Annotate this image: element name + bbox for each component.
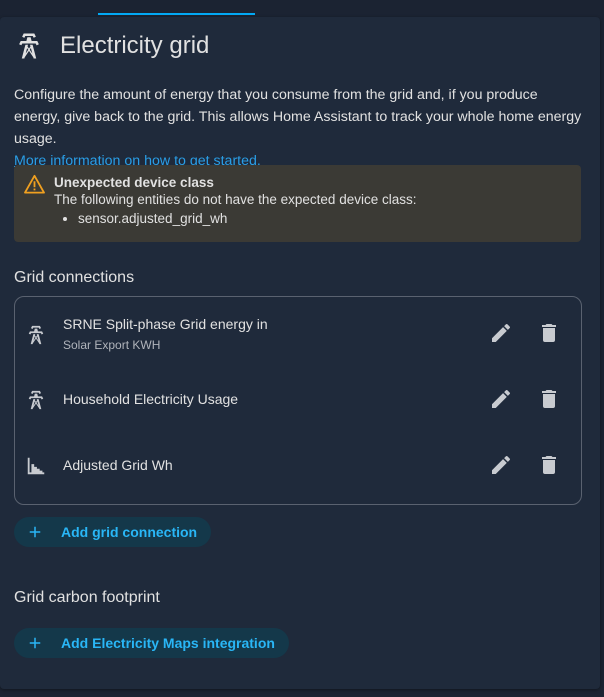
row-text: Household Electricity Usage	[63, 391, 238, 407]
description-text: Configure the amount of energy that you …	[14, 87, 582, 147]
grid-connections-list: SRNE Split-phase Grid energy in Solar Ex…	[14, 296, 582, 505]
grid-connection-row: Adjusted Grid Wh	[15, 435, 581, 495]
warning-icon	[24, 174, 45, 194]
row-text: SRNE Split-phase Grid energy in Solar Ex…	[63, 316, 268, 352]
chart-bar-icon	[27, 457, 45, 475]
grid-connections-title: Grid connections	[14, 269, 135, 286]
delete-icon[interactable]	[537, 321, 561, 345]
delete-icon[interactable]	[537, 387, 561, 411]
pencil-icon[interactable]	[489, 387, 513, 411]
description: Configure the amount of energy that you …	[14, 84, 584, 172]
alert-entity-list: sensor.adjusted_grid_wh	[54, 211, 227, 226]
plus-icon	[29, 637, 41, 649]
alert-title: Unexpected device class	[54, 175, 214, 190]
row-text: Adjusted Grid Wh	[63, 457, 173, 473]
grid-connection-row: SRNE Split-phase Grid energy in Solar Ex…	[15, 303, 581, 363]
delete-icon[interactable]	[537, 453, 561, 477]
warning-alert: Unexpected device class The following en…	[14, 165, 581, 242]
row-primary-label: Adjusted Grid Wh	[63, 457, 173, 473]
add-electricity-maps-button[interactable]: Add Electricity Maps integration	[14, 628, 289, 658]
grid-settings-card: Electricity grid Configure the amount of…	[0, 17, 600, 689]
row-primary-label: SRNE Split-phase Grid energy in	[63, 316, 268, 332]
transmission-tower-icon	[28, 390, 44, 410]
page-title: Electricity grid	[60, 32, 210, 59]
add-grid-connection-label: Add grid connection	[61, 524, 198, 540]
alert-entity: sensor.adjusted_grid_wh	[78, 211, 227, 226]
row-primary-label: Household Electricity Usage	[63, 391, 239, 407]
transmission-tower-icon	[19, 33, 39, 59]
alert-body: The following entities do not have the e…	[54, 192, 417, 207]
active-tab-indicator	[98, 13, 255, 15]
add-grid-connection-button[interactable]: Add grid connection	[14, 517, 212, 547]
pencil-icon[interactable]	[489, 453, 513, 477]
card-header: Electricity grid	[14, 31, 209, 61]
transmission-tower-icon	[28, 325, 44, 345]
add-electricity-maps-label: Add Electricity Maps integration	[61, 635, 275, 651]
grid-connection-row: Household Electricity Usage	[15, 369, 581, 429]
carbon-footprint-title: Grid carbon footprint	[14, 589, 160, 606]
pencil-icon[interactable]	[489, 321, 513, 345]
plus-icon	[29, 526, 41, 538]
top-tab-bar	[0, 0, 604, 16]
row-secondary-label: Solar Export KWH	[63, 338, 161, 352]
